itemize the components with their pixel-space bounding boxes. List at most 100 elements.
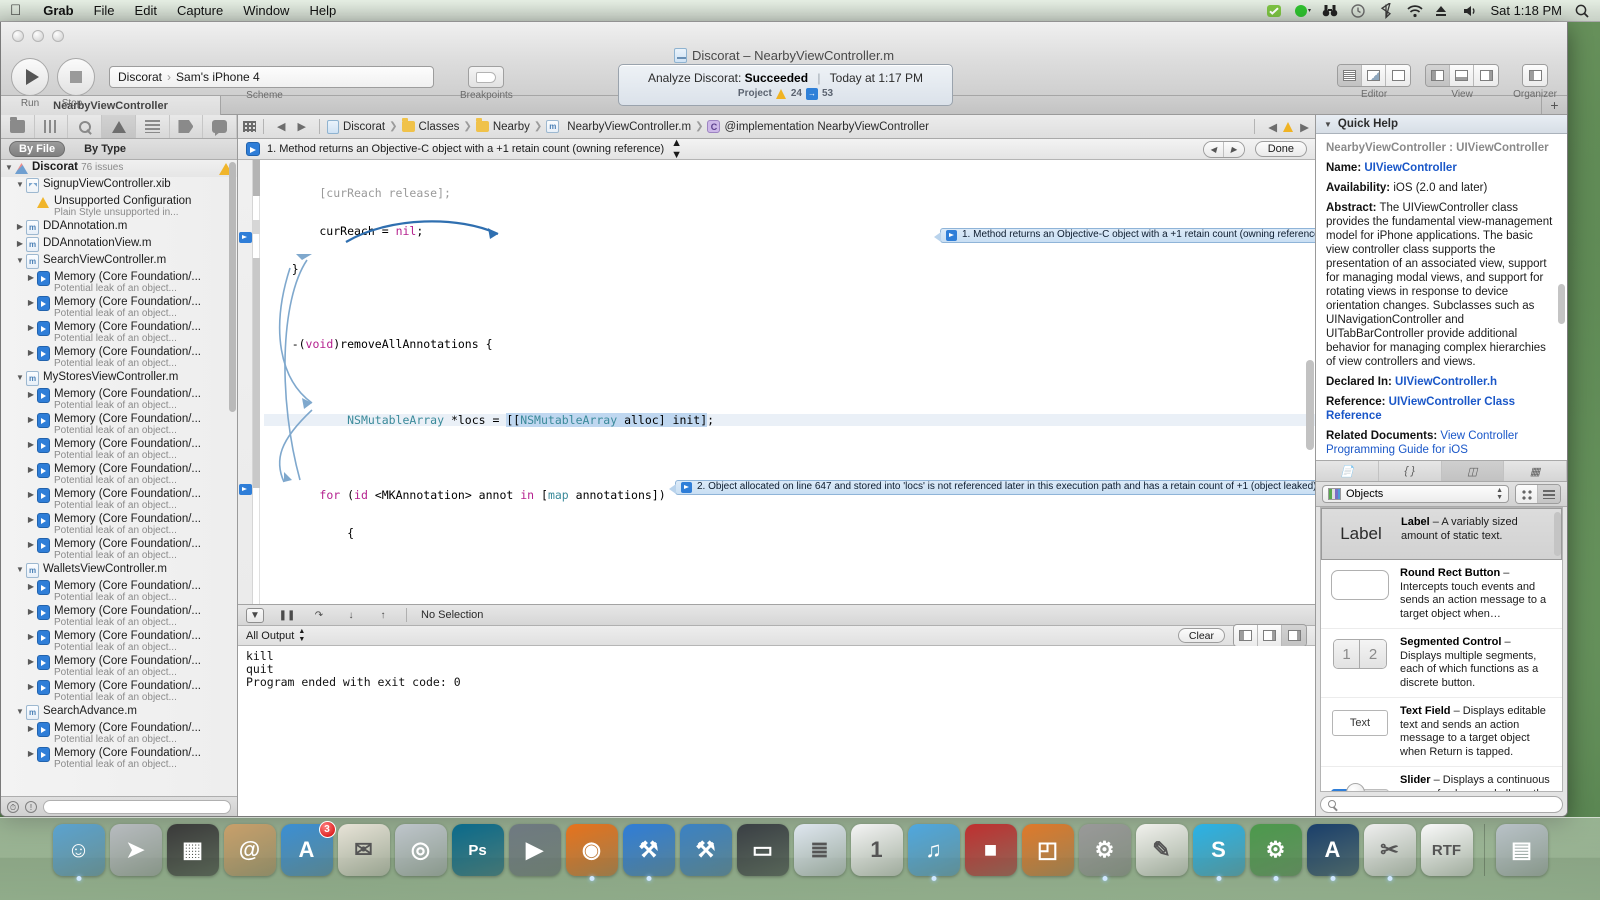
media-library-button[interactable]: ▦ — [1504, 461, 1567, 481]
dock-item-app-store-alt[interactable]: A — [1306, 824, 1359, 881]
step-over-button[interactable]: ↷ — [310, 608, 328, 623]
disclosure-triangle-icon[interactable]: ▼ — [14, 563, 26, 577]
stop-button[interactable] — [57, 58, 95, 96]
dock-item-grab[interactable]: ✂ — [1363, 824, 1416, 881]
editor-scrollbar[interactable] — [1306, 360, 1314, 450]
analyzer-marker-icon[interactable] — [239, 232, 252, 243]
disclosure-triangle-icon[interactable]: ▶ — [25, 488, 37, 502]
dock-item-textedit[interactable]: ✎ — [1135, 824, 1188, 876]
icon-view-button[interactable] — [1516, 485, 1538, 503]
organizer-button-inner[interactable] — [1523, 65, 1548, 86]
done-button[interactable]: Done — [1254, 141, 1307, 157]
binoculars-icon[interactable] — [1322, 3, 1338, 19]
code-text[interactable]: [curReach release]; curReach = nil; } -(… — [260, 160, 1315, 604]
dock-item-xcode[interactable]: ⚒ — [622, 824, 675, 881]
disclosure-triangle-icon[interactable]: ▼ — [14, 705, 26, 719]
editor-focus-ribbon[interactable] — [253, 160, 260, 604]
debug-console[interactable]: kill quit Program ended with exit code: … — [238, 646, 1315, 816]
symbol-navigator-button[interactable] — [35, 115, 69, 138]
object-library-button[interactable]: ◫ — [1441, 461, 1505, 481]
dock-item-rtf-document[interactable]: RTF — [1420, 824, 1473, 876]
dock-item-iad-producer[interactable]: ≣ — [793, 824, 846, 876]
project-navigator-button[interactable] — [1, 115, 35, 138]
dock-item-finder[interactable]: ☺ — [52, 824, 105, 881]
close-button[interactable] — [12, 30, 24, 42]
eject-icon[interactable] — [1434, 3, 1450, 19]
search-navigator-button[interactable] — [68, 115, 103, 138]
disclosure-triangle-icon[interactable]: ▶ — [25, 580, 37, 594]
analyzer-bubble-1[interactable]: 1. Method returns an Objective-C object … — [933, 228, 1315, 243]
dock-item-safari[interactable]: ◎ — [394, 824, 447, 876]
navigator-scrollbar[interactable] — [229, 162, 236, 412]
issue-navigator-button[interactable] — [102, 115, 136, 138]
split-view-button[interactable] — [1258, 625, 1282, 646]
editor-gutter[interactable] — [238, 160, 253, 604]
green-circle-icon[interactable] — [1294, 3, 1312, 19]
issue-row[interactable]: ▶ m DDAnnotationView.m — [1, 236, 237, 253]
by-file-button[interactable]: By File — [9, 141, 66, 157]
apple-logo-icon[interactable]:  — [0, 3, 33, 18]
debug-navigator-button[interactable] — [170, 115, 204, 138]
issue-row[interactable]: ▶ Memory (Core Foundation/... Potential le… — [1, 654, 237, 679]
library-item-text-field[interactable]: Text Text Field – Displays editable text… — [1321, 698, 1562, 767]
quick-help-name-value[interactable]: UIViewController — [1364, 162, 1456, 174]
issue-filter-input[interactable] — [43, 799, 231, 814]
library-item-round-rect-button[interactable]: Round Rect Button – Intercepts touch eve… — [1321, 560, 1562, 629]
next-issue-button[interactable]: ▶ — [1300, 120, 1309, 134]
disclosure-triangle-icon[interactable]: ▼ — [14, 178, 26, 192]
issue-row[interactable]: ▶ Memory (Core Foundation/... Potential le… — [1, 270, 237, 295]
issue-row[interactable]: ▶ Memory (Core Foundation/... Potential le… — [1, 746, 237, 771]
breadcrumb-nearby[interactable]: Nearby — [475, 118, 530, 133]
debug-layout-segmented-control[interactable] — [1233, 624, 1307, 647]
source-editor[interactable]: [curReach release]; curReach = nil; } -(… — [238, 160, 1315, 604]
disclosure-triangle-icon[interactable]: ▼ — [1324, 120, 1332, 129]
issue-row[interactable]: ▶ Memory (Core Foundation/... Potential le… — [1, 387, 237, 412]
organizer-button[interactable] — [1522, 64, 1549, 87]
issue-row[interactable]: ▶ Memory (Core Foundation/... Potential le… — [1, 462, 237, 487]
disclosure-triangle-icon[interactable]: ▶ — [25, 388, 37, 402]
issue-row[interactable]: ▶ Memory (Core Foundation/... Potential le… — [1, 345, 237, 370]
dock-item-address-book[interactable]: @ — [223, 824, 276, 876]
step-into-button[interactable]: ↓ — [342, 608, 360, 623]
issue-row[interactable]: ▼ m WalletsViewController.m — [1, 562, 237, 579]
code-snippet-library-button[interactable]: { } — [1379, 461, 1442, 481]
quick-help-scrollbar[interactable] — [1558, 284, 1565, 324]
object-library-list[interactable]: Label Label – A variably sized amount of… — [1320, 507, 1563, 792]
dock-item-photo-booth[interactable]: ■ — [964, 824, 1017, 876]
issue-row[interactable]: ▼ SignupViewController.xib — [1, 177, 237, 194]
analyzer-bubble-2[interactable]: 2. Object allocated on line 647 and stor… — [668, 480, 1315, 495]
issue-row[interactable]: ▼ m MyStoresViewController.m — [1, 370, 237, 387]
standard-editor-button[interactable] — [1338, 65, 1363, 86]
library-search-input[interactable] — [1341, 798, 1555, 810]
library-search-field[interactable] — [1320, 795, 1563, 813]
spotlight-search-icon[interactable] — [1574, 3, 1590, 19]
dropbox-icon[interactable] — [1266, 3, 1282, 19]
analyzer-marker-icon-2[interactable] — [239, 484, 252, 495]
library-scrollbar[interactable] — [1554, 512, 1561, 556]
quick-help-declared-value[interactable]: UIViewController.h — [1395, 376, 1497, 388]
library-item-label[interactable]: Label Label – A variably sized amount of… — [1321, 508, 1562, 560]
issue-row[interactable]: ▶ Memory (Core Foundation/... Potential le… — [1, 320, 237, 345]
scheme-selector[interactable]: Discorat › Sam's iPhone 4 — [109, 66, 434, 88]
list-view-button[interactable] — [1538, 485, 1560, 503]
editor-mode-segmented-control[interactable] — [1337, 64, 1412, 87]
assistant-editor-button[interactable] — [1362, 65, 1387, 86]
menu-item-window[interactable]: Window — [233, 3, 299, 18]
breadcrumb-file[interactable]: m NearbyViewController.m — [546, 120, 691, 133]
issue-row[interactable]: Unsupported Configuration Plain Style uns… — [1, 194, 237, 219]
dock-item-dashboard[interactable]: ▦ — [166, 824, 219, 876]
window-controls[interactable] — [12, 30, 64, 42]
toggle-navigator-button[interactable] — [1426, 65, 1451, 86]
disclosure-triangle-icon[interactable]: ▼ — [14, 254, 26, 268]
issue-row[interactable]: ▶ Memory (Core Foundation/... Potential le… — [1, 537, 237, 562]
issue-row[interactable]: ▶ m DDAnnotation.m — [1, 219, 237, 236]
issue-row[interactable]: ▶ Memory (Core Foundation/... Potential le… — [1, 579, 237, 604]
disclosure-triangle-icon[interactable]: ▶ — [14, 220, 26, 234]
dock-item-skype[interactable]: S — [1192, 824, 1245, 881]
dock-item-iphoto[interactable]: ◰ — [1021, 824, 1074, 876]
library-view-toggle[interactable] — [1515, 484, 1561, 504]
dock-item-itunes[interactable]: ♫ — [907, 824, 960, 881]
disclosure-triangle-icon[interactable]: ▶ — [25, 722, 37, 736]
console-only-button[interactable] — [1282, 625, 1306, 646]
issue-row[interactable]: ▶ Memory (Core Foundation/... Potential le… — [1, 295, 237, 320]
